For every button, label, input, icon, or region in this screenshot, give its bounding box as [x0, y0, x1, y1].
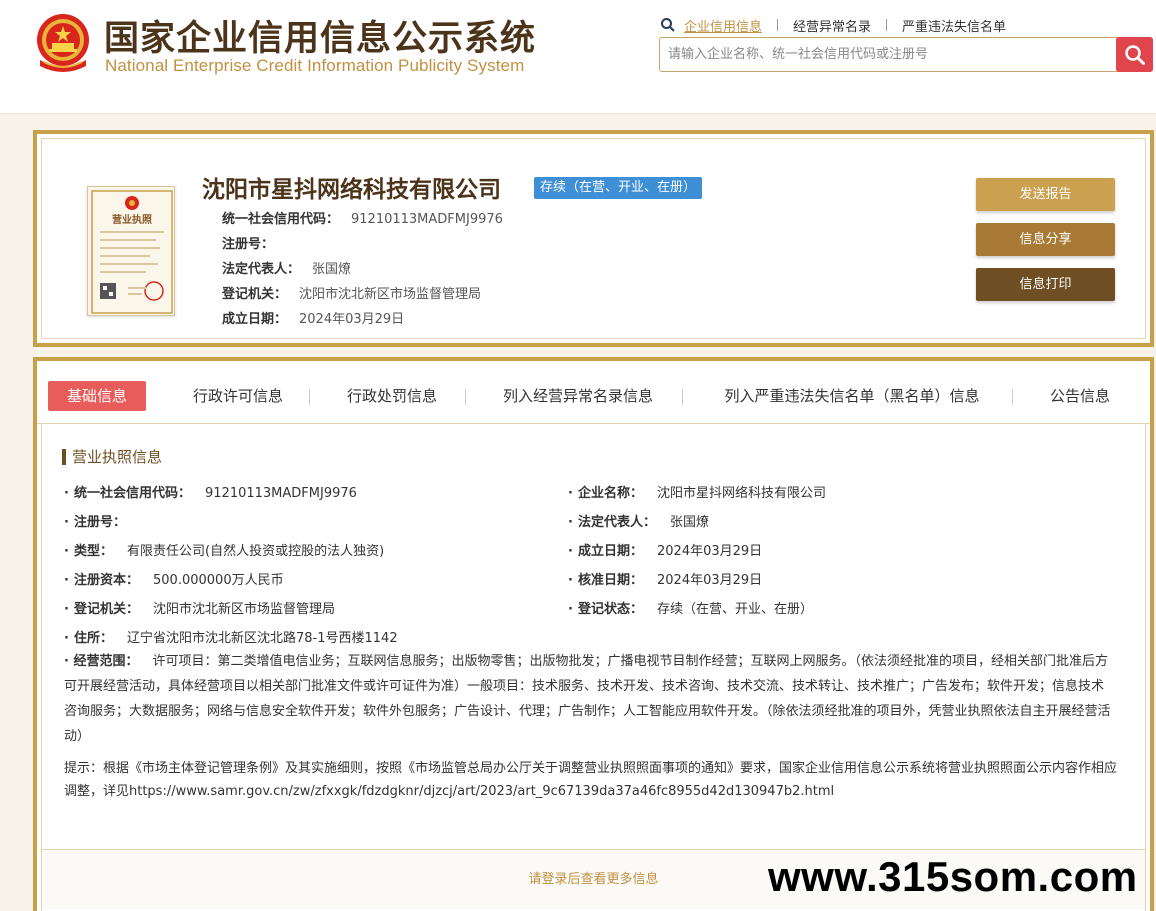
business-scope: · 经营范围： 许可项目：第二类增值电信业务；互联网信息服务；出版物零售；出版物批…	[64, 654, 1111, 744]
share-info-button[interactable]: 信息分享	[976, 223, 1115, 256]
send-report-button[interactable]: 发送报告	[976, 178, 1115, 211]
field-approval-date: 核准日期： 2024年03月29日	[568, 571, 763, 591]
info-label: 统一社会信用代码：	[222, 212, 340, 227]
tab-bar: 基础信息 行政许可信息 行政处罚信息 列入经营异常名录信息 列入严重违法失信名单…	[37, 361, 1150, 424]
detail-panel: 基础信息 行政许可信息 行政处罚信息 列入经营异常名录信息 列入严重违法失信名单…	[33, 357, 1154, 911]
info-value: 2024年03月29日	[299, 312, 405, 327]
info-value: 张国燎	[312, 262, 352, 277]
field-value: 91210113MADFMJ9976	[205, 486, 357, 501]
info-label: 注册号：	[222, 237, 275, 252]
field-label: 法定代表人：	[578, 515, 657, 530]
license-image-icon: 营业执照	[91, 190, 173, 314]
company-info-rows: 统一社会信用代码： 91210113MADFMJ9976 注册号： 法定代表人： 张…	[222, 210, 503, 335]
field-reg-status: 登记状态： 存续（在营、开业、在册）	[568, 600, 814, 620]
field-label: 注册号：	[74, 515, 127, 530]
site-header: 国家企业信用信息公示系统 National Enterprise Credit …	[0, 0, 1156, 114]
site-subtitle: National Enterprise Credit Information P…	[105, 56, 525, 75]
info-value: 沈阳市沈北新区市场监督管理局	[299, 287, 482, 302]
field-label: 核准日期：	[578, 573, 644, 588]
scope-label: 经营范围：	[73, 654, 139, 669]
tab-basic-info[interactable]: 基础信息	[48, 381, 146, 411]
field-reg-number: 注册号：	[64, 513, 140, 533]
field-value: 沈阳市星抖网络科技有限公司	[657, 486, 827, 501]
field-capital: 注册资本： 500.000000万人民币	[64, 571, 284, 591]
tab-admin-penalty[interactable]: 行政处罚信息	[339, 381, 445, 411]
search-box	[659, 37, 1153, 72]
info-label: 法定代表人：	[222, 262, 301, 277]
company-summary-inner: 营业执照 沈阳市星抖网络科技有限公司 存续（在营、开业、在册） 统一社会信用代码…	[41, 138, 1146, 339]
tab-divider	[1012, 389, 1013, 405]
field-value: 有限责任公司(自然人投资或控股的法人独资)	[127, 544, 385, 559]
notice-text: 提示：根据《市场主体登记管理条例》及其实施细则，按照《市场监管总局办公厅关于调整…	[64, 761, 1118, 799]
field-value: 张国燎	[670, 515, 710, 530]
field-value: 辽宁省沈阳市沈北新区沈北路78-1号西楼1142	[127, 631, 398, 646]
status-badge: 存续（在营、开业、在册）	[534, 177, 703, 199]
info-row-legal-rep: 法定代表人： 张国燎	[222, 260, 503, 285]
tab-blacklist[interactable]: 列入严重违法失信名单（黑名单）信息	[713, 381, 991, 411]
site-title: 国家企业信用信息公示系统	[104, 19, 537, 59]
field-label: 类型：	[74, 544, 114, 559]
national-emblem-icon	[37, 14, 89, 72]
field-legal-rep: 法定代表人： 张国燎	[568, 513, 710, 533]
login-hint-text[interactable]: 请登录后查看更多信息	[528, 872, 658, 887]
search-icon	[1124, 44, 1145, 65]
tab-divider	[465, 389, 466, 405]
field-founded: 成立日期： 2024年03月29日	[568, 542, 763, 562]
field-type: 类型： 有限责任公司(自然人投资或控股的法人独资)	[64, 542, 385, 562]
field-credit-code: 统一社会信用代码： 91210113MADFMJ9976	[64, 484, 357, 504]
license-thumb-title: 营业执照	[112, 213, 152, 226]
field-address: 住所： 辽宁省沈阳市沈北新区沈北路78-1号西楼1142	[64, 629, 398, 649]
field-label: 注册资本：	[74, 573, 140, 588]
info-row-credit-code: 统一社会信用代码： 91210113MADFMJ9976	[222, 210, 503, 235]
info-value: 91210113MADFMJ9976	[351, 212, 503, 227]
scope-value: 许可项目：第二类增值电信业务；互联网信息服务；出版物零售；出版物批发；广播电视节…	[64, 654, 1111, 744]
field-value: 2024年03月29日	[657, 544, 763, 559]
quicklink-divider	[886, 19, 888, 31]
field-label: 住所：	[74, 631, 114, 646]
quicklink-credit-info[interactable]: 企业信用信息	[684, 16, 762, 35]
info-label: 成立日期：	[222, 312, 288, 327]
search-button[interactable]	[1116, 37, 1153, 72]
print-info-button[interactable]: 信息打印	[976, 268, 1115, 301]
tab-divider	[309, 389, 310, 405]
company-name: 沈阳市星抖网络科技有限公司	[202, 177, 501, 203]
field-label: 登记状态：	[578, 602, 644, 617]
search-input[interactable]	[660, 38, 1116, 71]
field-label: 统一社会信用代码：	[74, 486, 192, 501]
quicklink-divider	[777, 19, 779, 31]
quicklink-abnormal-list[interactable]: 经营异常名录	[793, 16, 871, 35]
quicklinks-bar: 企业信用信息 经营异常名录 严重违法失信名单	[660, 16, 1006, 35]
field-value: 存续（在营、开业、在册）	[657, 602, 814, 617]
search-icon	[661, 18, 675, 32]
field-authority: 登记机关： 沈阳市沈北新区市场监督管理局	[64, 600, 336, 620]
basic-info-content: 营业执照信息 统一社会信用代码：91210113MADFMJ9976 注册号： …	[41, 424, 1146, 911]
tab-announcements[interactable]: 公告信息	[1041, 381, 1119, 411]
field-value: 500.000000万人民币	[153, 573, 284, 588]
info-row-reg-number: 注册号：	[222, 235, 503, 260]
info-label: 登记机关：	[222, 287, 288, 302]
field-company-name: 企业名称： 沈阳市星抖网络科技有限公司	[568, 484, 827, 504]
tab-admin-license[interactable]: 行政许可信息	[185, 381, 291, 411]
field-label: 成立日期：	[578, 544, 644, 559]
field-label: 企业名称：	[578, 486, 644, 501]
watermark: www.315som.com	[768, 853, 1138, 900]
quicklink-blacklist[interactable]: 严重违法失信名单	[902, 16, 1006, 35]
info-row-authority: 登记机关： 沈阳市沈北新区市场监督管理局	[222, 285, 503, 310]
field-value: 沈阳市沈北新区市场监督管理局	[153, 602, 336, 617]
info-row-founded: 成立日期： 2024年03月29日	[222, 310, 503, 335]
section-title: 营业执照信息	[62, 449, 162, 465]
tab-abnormal-list[interactable]: 列入经营异常名录信息	[495, 381, 661, 411]
field-label: 登记机关：	[74, 602, 140, 617]
field-value: 2024年03月29日	[657, 573, 763, 588]
company-summary-panel: 营业执照 沈阳市星抖网络科技有限公司 存续（在营、开业、在册） 统一社会信用代码…	[33, 130, 1154, 347]
business-license-thumbnail[interactable]: 营业执照	[87, 186, 175, 316]
tab-divider	[682, 389, 683, 405]
